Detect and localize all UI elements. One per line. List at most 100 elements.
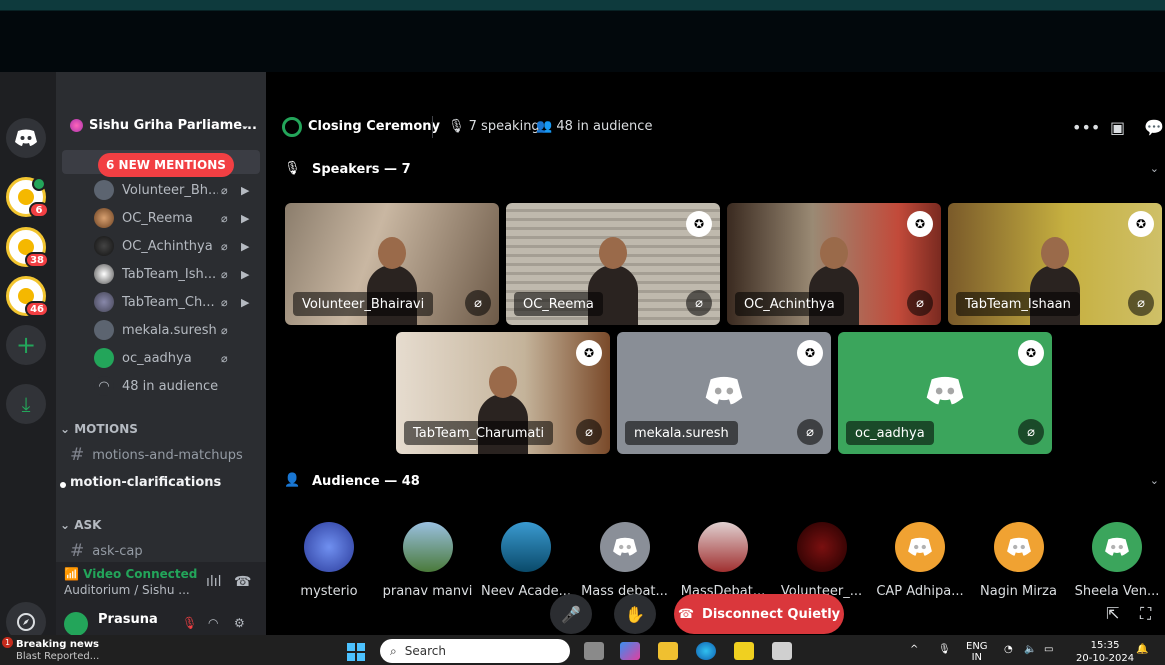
server-icon-3[interactable]: 46 — [6, 276, 49, 317]
mic-muted-icon: ⌀ — [465, 290, 491, 316]
audience-member[interactable]: Neev Acade... — [479, 522, 573, 599]
people-icon: 👥 — [536, 119, 553, 134]
audience-member[interactable]: mysterio — [282, 522, 376, 599]
disconnect-quietly-button[interactable]: ☎ Disconnect Quietly — [674, 594, 844, 634]
server-icon-2[interactable]: 38 — [6, 227, 49, 268]
speaker-tile[interactable]: ✪ OC_Reema ⌀ — [506, 203, 720, 325]
sticky-notes-icon[interactable] — [734, 642, 754, 660]
audience-section-header[interactable]: 👤 Audience — 48 ⌄ — [266, 470, 1165, 494]
voice-user[interactable]: oc_aadhya ⌀ — [94, 346, 260, 370]
news-widget[interactable]: 1 Breaking news Blast Reported... — [2, 637, 99, 663]
channel-ask-cap[interactable]: # ask-cap — [70, 541, 143, 561]
avatar — [94, 236, 114, 256]
download-apps-button[interactable]: ⤓ — [6, 384, 46, 424]
voice-location[interactable]: Auditorium / Sishu ... — [64, 583, 190, 597]
toggle-mic-button[interactable]: 🎤 — [550, 594, 592, 634]
language-indicator[interactable]: ENG IN — [966, 641, 988, 663]
taskbar-search[interactable]: ⌕ Search — [380, 639, 570, 663]
text-channel-icon: # — [70, 445, 85, 465]
server-boost-icon — [70, 119, 83, 132]
microphone-tray-icon[interactable]: 🎙 — [938, 644, 951, 655]
inbox-icon[interactable]: ▣ — [1110, 118, 1125, 137]
taskbar-clock[interactable]: 15:35 20-10-2024 — [1076, 639, 1134, 665]
chevron-up-icon[interactable]: ^ — [910, 644, 918, 655]
audience-member[interactable]: CAP Adhipa... — [873, 522, 967, 599]
chat-icon[interactable]: 💬 — [1144, 118, 1164, 137]
edge-icon[interactable] — [696, 642, 716, 660]
chevron-down-icon[interactable]: ⌄ — [240, 118, 250, 132]
stage-main: Closing Ceremony 🎙 7 speaking 👥 48 in au… — [266, 72, 1165, 635]
snipping-tool-icon[interactable] — [772, 642, 792, 660]
live-stage-icon — [32, 177, 46, 191]
stage-header: Closing Ceremony 🎙 7 speaking 👥 48 in au… — [266, 112, 1165, 142]
server-mention-badge: 46 — [25, 301, 49, 317]
audience-member[interactable]: Nagin Mirza — [972, 522, 1066, 599]
new-mentions-pill[interactable]: 6 NEW MENTIONS — [98, 153, 234, 177]
speaker-tile[interactable]: Volunteer_Bhairavi ⌀ — [285, 203, 499, 325]
volume-icon[interactable]: 🔈 — [1024, 644, 1036, 655]
discord-logo-icon — [926, 376, 964, 405]
discord-home-button[interactable] — [6, 118, 46, 158]
speakers-section-header[interactable]: 🎙 Speakers — 7 ⌄ — [266, 158, 1165, 182]
audience-member[interactable]: pranav manvi — [381, 522, 475, 599]
voice-user[interactable]: Volunteer_Bh... ⌀ ▶ — [94, 178, 260, 202]
channel-motion-clarifications[interactable]: motion-clarifications — [60, 475, 221, 490]
audience-summary-row[interactable]: ◠ 48 in audience — [94, 374, 260, 398]
gear-icon[interactable]: ⚙ — [234, 616, 245, 630]
copilot-icon[interactable] — [620, 642, 640, 660]
speaker-tile[interactable]: ✪ OC_Achinthya ⌀ — [727, 203, 941, 325]
windows-start-icon[interactable] — [347, 643, 365, 661]
noise-suppression-icon[interactable]: ılıl — [206, 574, 222, 590]
more-options-icon[interactable]: ••• — [1072, 118, 1100, 137]
voice-status[interactable]: 📶 Video Connected — [64, 567, 197, 581]
avatar — [698, 522, 748, 572]
disconnect-icon[interactable]: ☎ — [234, 574, 251, 590]
avatar[interactable] — [64, 612, 88, 635]
notification-bell-icon[interactable]: 🔔 — [1136, 644, 1148, 655]
audience-member[interactable]: MassDebat... — [676, 522, 770, 599]
voice-user[interactable]: mekala.suresh ⌀ — [94, 318, 260, 342]
speaker-tile[interactable]: ✪ mekala.suresh ⌀ — [617, 332, 831, 454]
video-feed-face — [599, 237, 627, 269]
voice-user-name: OC_Achinthya — [122, 238, 213, 254]
video-camera-icon: ▶ — [241, 239, 250, 253]
audience-member[interactable]: Mass debat... — [578, 522, 672, 599]
speaker-tile[interactable]: ✪ TabTeam_Ishaan ⌀ — [948, 203, 1162, 325]
server-icon-sishu-griha[interactable]: 6 — [6, 177, 49, 218]
mic-muted-icon[interactable]: 🎙 — [182, 616, 197, 630]
voice-connection-panel: 📶 Video Connected Auditorium / Sishu ...… — [56, 562, 266, 604]
plus-icon: + — [15, 331, 37, 359]
category-motions[interactable]: ⌄ MOTIONS — [60, 422, 138, 436]
popout-icon[interactable]: ⇱ — [1106, 604, 1119, 623]
speaker-tile[interactable]: ✪ oc_aadhya ⌀ — [838, 332, 1052, 454]
voice-user[interactable]: TabTeam_Ish... ⌀ ▶ — [94, 262, 260, 286]
video-camera-icon: ▶ — [241, 183, 250, 197]
channel-motions-and-matchups[interactable]: # motions-and-matchups — [70, 445, 243, 465]
file-explorer-icon[interactable] — [658, 642, 678, 660]
mic-muted-icon: ⌀ — [1128, 290, 1154, 316]
fullscreen-icon[interactable]: ⛶ — [1140, 604, 1151, 624]
server-name-button[interactable]: Sishu Griha Parliame... — [70, 118, 257, 133]
audience-name: mysterio — [300, 584, 358, 599]
avatar — [796, 522, 847, 572]
raise-hand-button[interactable]: ✋ — [614, 594, 656, 634]
discord-logo-icon — [15, 129, 37, 146]
wifi-icon[interactable]: ◔ — [1004, 644, 1013, 655]
speaker-name: OC_Reema — [514, 292, 603, 316]
headphones-icon[interactable]: ◠ — [208, 616, 218, 630]
audience-member[interactable]: Volunteer_... — [775, 522, 869, 599]
speaker-tile[interactable]: ✪ TabTeam_Charumati ⌀ — [396, 332, 610, 454]
audience-member[interactable]: Sheela Ven... — [1070, 522, 1164, 599]
unread-indicator — [60, 482, 66, 488]
moderator-badge-icon: ✪ — [1018, 340, 1044, 366]
add-server-button[interactable]: + — [6, 325, 46, 365]
task-view-icon[interactable] — [584, 642, 604, 660]
mic-muted-icon: ⌀ — [221, 351, 228, 365]
voice-user[interactable]: OC_Reema ⌀ ▶ — [94, 206, 260, 230]
voice-user-name: TabTeam_Ch... — [122, 294, 215, 310]
voice-user[interactable]: OC_Achinthya ⌀ ▶ — [94, 234, 260, 258]
category-ask[interactable]: ⌄ ASK — [60, 518, 101, 532]
voice-user[interactable]: TabTeam_Ch... ⌀ ▶ — [94, 290, 260, 314]
battery-icon[interactable]: ▭ — [1044, 644, 1053, 655]
avatar — [1092, 522, 1142, 572]
